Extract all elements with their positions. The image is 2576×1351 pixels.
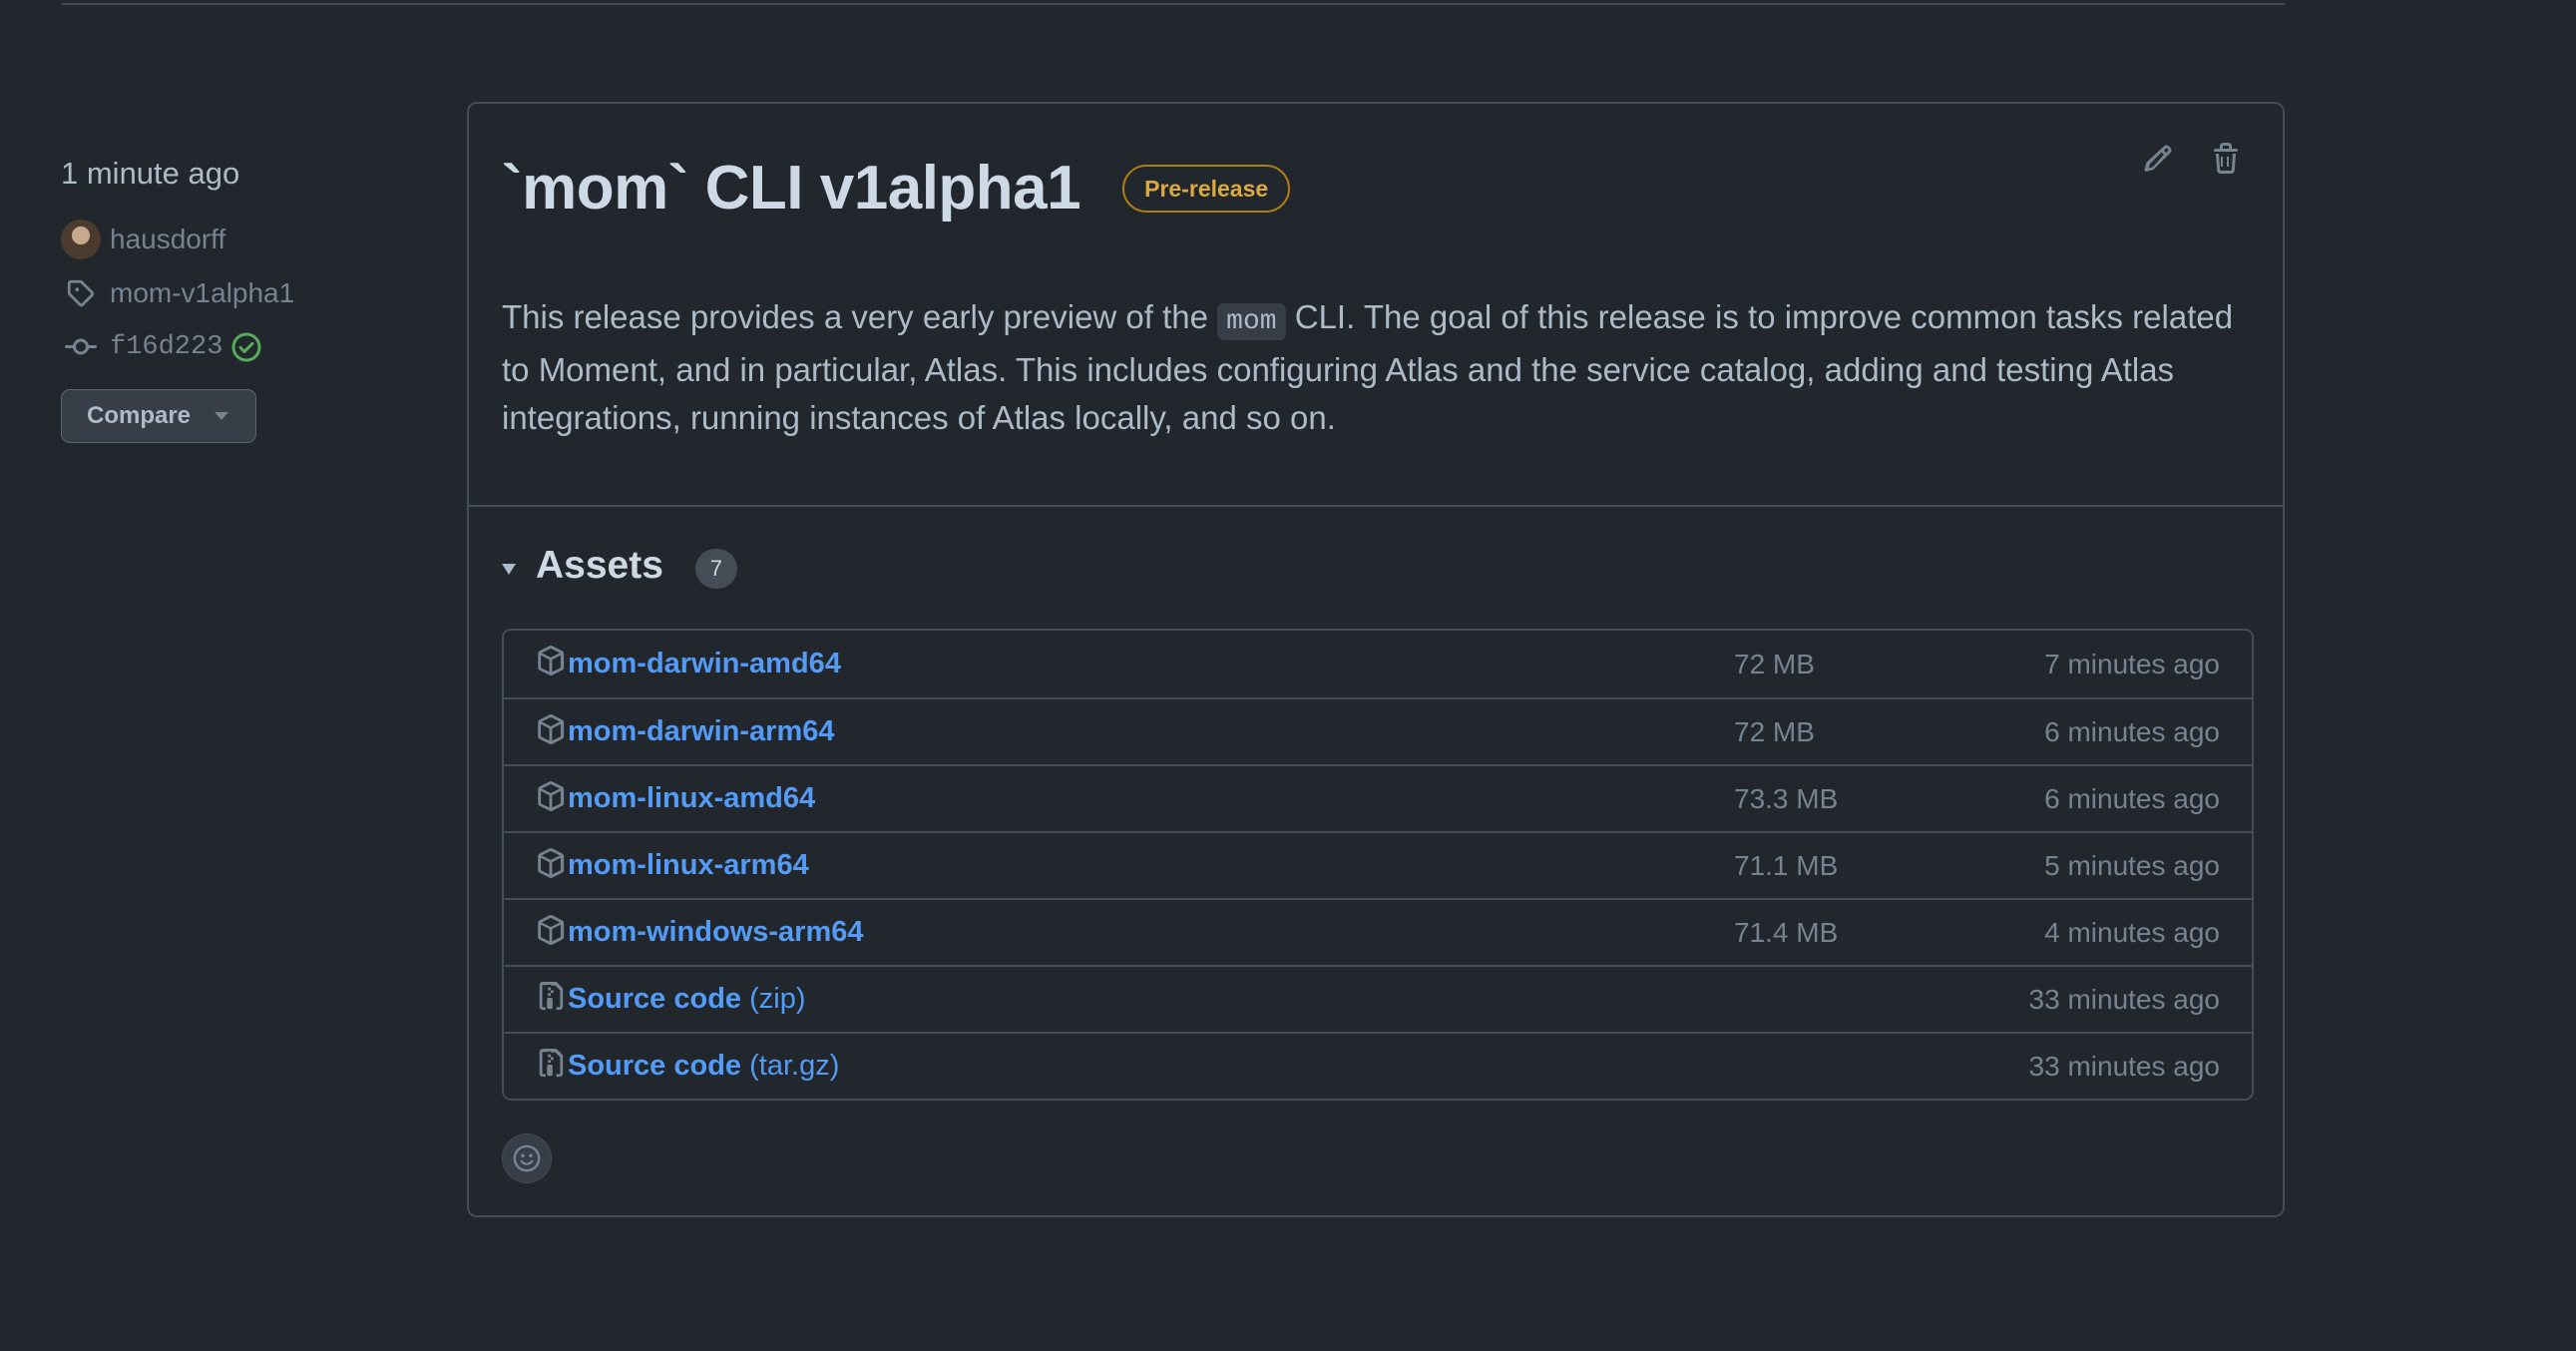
section-divider bbox=[469, 505, 2283, 507]
assets-toggle[interactable]: Assets 7 bbox=[502, 543, 737, 589]
asset-time: 6 minutes ago bbox=[2044, 715, 2220, 747]
package-icon bbox=[536, 847, 568, 881]
asset-name[interactable]: mom-darwin-arm64 bbox=[568, 715, 835, 747]
commit-sha-link[interactable]: f16d223 bbox=[110, 332, 222, 362]
asset-time: 4 minutes ago bbox=[2044, 916, 2220, 948]
chevron-down-icon bbox=[215, 412, 229, 420]
asset-size: 71.1 MB bbox=[1734, 849, 1839, 881]
asset-time: 33 minutes ago bbox=[2028, 983, 2220, 1015]
release-actions bbox=[2141, 142, 2243, 176]
asset-link[interactable]: mom-darwin-amd64 bbox=[568, 648, 841, 680]
avatar[interactable] bbox=[61, 220, 101, 259]
compare-button[interactable]: Compare bbox=[61, 389, 256, 443]
top-divider bbox=[62, 3, 2285, 5]
file-zip-icon bbox=[536, 1048, 568, 1082]
asset-size: 72 MB bbox=[1734, 715, 1815, 747]
add-reaction-button[interactable] bbox=[502, 1133, 552, 1183]
assets-list: mom-darwin-amd64 72 MB 7 minutes ago mom-da… bbox=[502, 629, 2254, 1101]
asset-link[interactable]: mom-linux-amd64 bbox=[568, 782, 815, 815]
published-time: 1 minute ago bbox=[61, 156, 240, 191]
edit-icon[interactable] bbox=[2141, 142, 2175, 176]
asset-row: Source code (tar.gz) 33 minutes ago bbox=[504, 1032, 2252, 1099]
release-notes-text-1: This release provides a very early previ… bbox=[502, 298, 1218, 335]
asset-time: 6 minutes ago bbox=[2044, 782, 2220, 814]
release-notes-code: mom bbox=[1217, 303, 1286, 340]
prerelease-badge: Pre-release bbox=[1122, 165, 1291, 213]
release-title[interactable]: `mom` CLI v1alpha1 bbox=[502, 149, 1081, 228]
asset-row: mom-darwin-amd64 72 MB 7 minutes ago bbox=[504, 631, 2252, 697]
package-icon bbox=[536, 645, 568, 678]
file-zip-icon bbox=[536, 981, 568, 1015]
verified-check-icon[interactable] bbox=[230, 331, 262, 363]
package-icon bbox=[536, 713, 568, 747]
trash-icon[interactable] bbox=[2209, 142, 2243, 176]
asset-row: mom-linux-arm64 71.1 MB 5 minutes ago bbox=[504, 831, 2252, 898]
assets-heading: Assets bbox=[536, 544, 663, 587]
asset-row: mom-windows-arm64 71.4 MB 4 minutes ago bbox=[504, 898, 2252, 965]
asset-format[interactable]: (tar.gz) bbox=[741, 1050, 839, 1082]
asset-row: Source code (zip) 33 minutes ago bbox=[504, 965, 2252, 1032]
author-row[interactable]: hausdorff bbox=[61, 220, 400, 259]
asset-time: 33 minutes ago bbox=[2028, 1050, 2220, 1082]
commit-icon bbox=[61, 327, 101, 367]
author-link[interactable]: hausdorff bbox=[110, 224, 225, 255]
asset-name[interactable]: Source code bbox=[568, 1050, 741, 1082]
release-notes: This release provides a very early previ… bbox=[502, 293, 2258, 442]
release-card: `mom` CLI v1alpha1 Pre-release This rele… bbox=[467, 102, 2285, 1217]
triangle-down-icon bbox=[502, 563, 516, 575]
tag-row[interactable]: mom-v1alpha1 bbox=[61, 273, 400, 313]
release-header: `mom` CLI v1alpha1 Pre-release bbox=[502, 149, 1291, 228]
commit-row[interactable]: f16d223 bbox=[61, 327, 400, 367]
asset-link[interactable]: Source code (zip) bbox=[568, 983, 806, 1016]
asset-row: mom-linux-amd64 73.3 MB 6 minutes ago bbox=[504, 764, 2252, 831]
tag-link[interactable]: mom-v1alpha1 bbox=[110, 277, 294, 309]
compare-label: Compare bbox=[87, 402, 192, 429]
tag-icon bbox=[61, 273, 101, 313]
asset-format[interactable]: (zip) bbox=[741, 983, 805, 1015]
asset-link[interactable]: mom-linux-arm64 bbox=[568, 849, 809, 882]
package-icon bbox=[536, 914, 568, 948]
asset-name[interactable]: mom-darwin-amd64 bbox=[568, 648, 841, 679]
asset-size: 71.4 MB bbox=[1734, 916, 1839, 948]
release-meta: 1 minute ago hausdorff mom-v1alpha1 f16d… bbox=[61, 150, 400, 443]
asset-name[interactable]: Source code bbox=[568, 983, 741, 1015]
asset-time: 5 minutes ago bbox=[2044, 849, 2220, 881]
asset-link[interactable]: mom-darwin-arm64 bbox=[568, 715, 835, 748]
asset-time: 7 minutes ago bbox=[2044, 648, 2220, 679]
asset-size: 72 MB bbox=[1734, 648, 1815, 679]
assets-count-badge: 7 bbox=[694, 549, 737, 589]
asset-row: mom-darwin-arm64 72 MB 6 minutes ago bbox=[504, 697, 2252, 764]
asset-name[interactable]: mom-linux-arm64 bbox=[568, 849, 809, 881]
asset-name[interactable]: mom-linux-amd64 bbox=[568, 782, 815, 814]
asset-link[interactable]: mom-windows-arm64 bbox=[568, 916, 864, 949]
asset-name[interactable]: mom-windows-arm64 bbox=[568, 916, 864, 948]
asset-link[interactable]: Source code (tar.gz) bbox=[568, 1050, 839, 1083]
smiley-icon bbox=[513, 1144, 541, 1172]
package-icon bbox=[536, 780, 568, 814]
asset-size: 73.3 MB bbox=[1734, 782, 1839, 814]
